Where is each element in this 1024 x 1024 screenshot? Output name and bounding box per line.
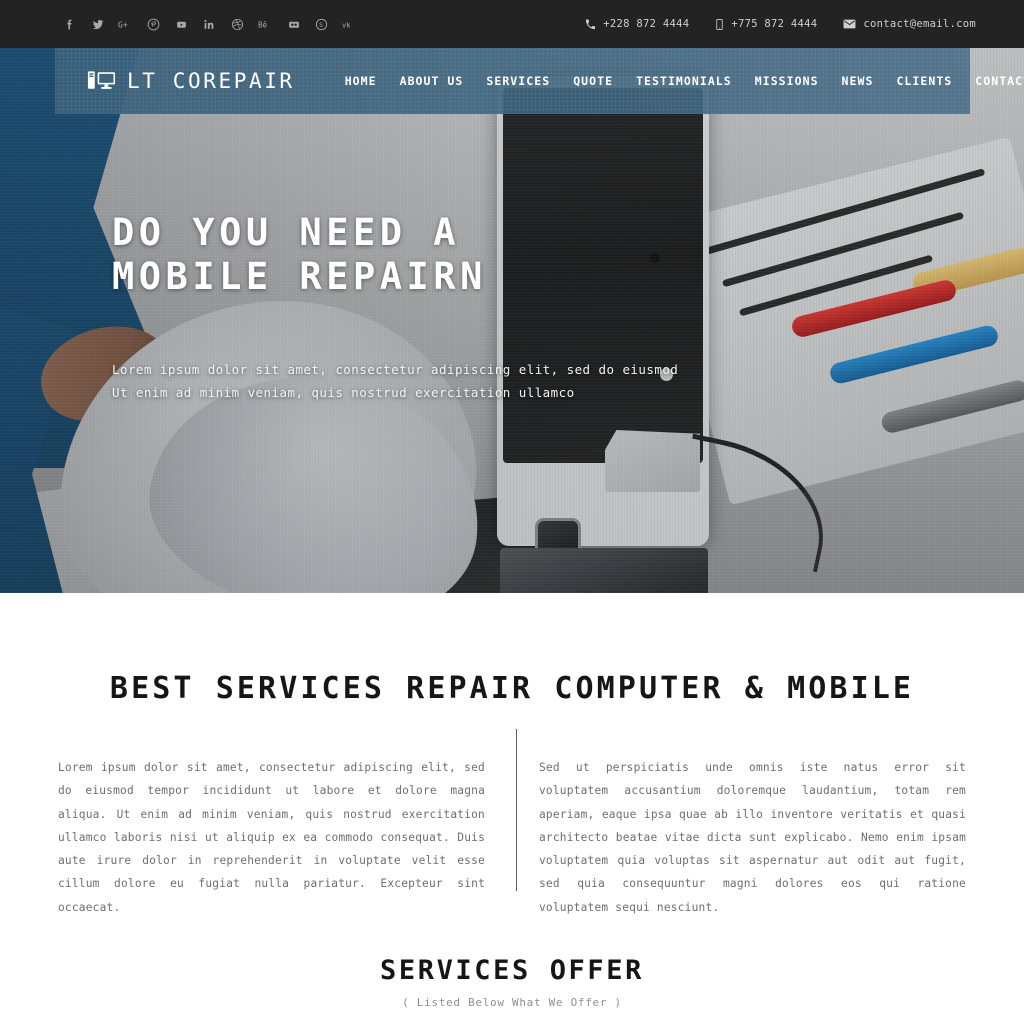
brand-name: LT COREPAIR [127,69,295,93]
services-offer-section: SERVICES OFFER ( Listed Below What We Of… [0,955,1024,1009]
nav-item-news[interactable]: NEWS [842,74,874,88]
email-address: contact@email.com [863,18,976,30]
nav-item-missions[interactable]: MISSIONS [755,74,819,88]
hero-subtitle-line2: Ut enim ad minim veniam, quis nostrud ex… [112,385,575,401]
hero-title-line1: DO YOU NEED A [112,211,461,254]
hero-copy: DO YOU NEED A MOBILE REPAIRN Lorem ipsum… [112,211,678,405]
email-contact[interactable]: contact@email.com [843,18,976,30]
pinterest-icon[interactable] [146,17,161,32]
hero-subtitle-line1: Lorem ipsum dolor sit amet, consectetur … [112,362,679,378]
social-links: G+ Bē S vk [62,17,357,32]
nav-item-home[interactable]: HOME [345,74,377,88]
nav-item-testimonials[interactable]: TESTIMONIALS [636,74,732,88]
svg-text:G+: G+ [118,20,128,29]
nav-item-about-us[interactable]: ABOUT US [400,74,464,88]
best-services-title: BEST SERVICES REPAIR COMPUTER & MOBILE [109,671,915,706]
desktop-computer-icon [87,71,116,89]
facebook-icon[interactable] [62,17,77,32]
best-services-columns: Lorem ipsum dolor sit amet, consectetur … [58,729,966,919]
behance-icon[interactable]: Bē [258,17,273,32]
phone-contact[interactable]: +228 872 4444 [585,18,689,30]
nav-item-quote[interactable]: QUOTE [573,74,613,88]
best-services-paragraph-left: Lorem ipsum dolor sit amet, consectetur … [58,761,485,914]
phone-number: +228 872 4444 [603,18,690,30]
hero-title-line2: MOBILE REPAIRN [112,254,487,298]
linkedin-icon[interactable] [202,17,217,32]
mobile-contact[interactable]: +775 872 4444 [715,18,817,30]
column-divider [516,729,517,891]
google-plus-icon[interactable]: G+ [118,17,133,32]
best-services-paragraph-right: Sed ut perspiciatis unde omnis iste natu… [539,761,966,914]
services-offer-subtitle: ( Listed Below What We Offer ) [402,996,622,1009]
twitter-icon[interactable] [90,17,105,32]
svg-text:S: S [319,21,323,29]
nav-item-clients[interactable]: CLIENTS [896,74,952,88]
best-services-section: BEST SERVICES REPAIR COMPUTER & MOBILE L… [0,593,1024,920]
dribbble-icon[interactable] [230,17,245,32]
nav-item-contact-us[interactable]: CONTACT US [975,74,1024,88]
services-offer-title: SERVICES OFFER [380,955,644,986]
main-navbar: LT COREPAIR HOME ABOUT US SERVICES QUOTE… [55,48,1024,114]
mobile-number: +775 872 4444 [731,18,818,30]
top-bar: G+ Bē S vk +228 872 4444 +775 872 4444 c… [0,0,1024,48]
envelope-icon [843,19,856,29]
vk-icon[interactable]: vk [342,17,357,32]
youtube-icon[interactable] [174,17,189,32]
skype-icon[interactable]: S [314,17,329,32]
mobile-icon [716,18,723,30]
hero-subtitle: Lorem ipsum dolor sit amet, consectetur … [112,358,678,404]
hero-title: DO YOU NEED A MOBILE REPAIRN [112,211,678,298]
contact-info: +228 872 4444 +775 872 4444 contact@emai… [585,18,976,30]
nav-item-services[interactable]: SERVICES [486,74,550,88]
svg-text:vk: vk [342,21,351,29]
svg-text:Bē: Bē [258,20,268,29]
brand-logo[interactable]: LT COREPAIR [87,69,295,93]
flickr-icon[interactable] [286,17,301,32]
hero-banner: DO YOU NEED A MOBILE REPAIRN Lorem ipsum… [0,48,1024,593]
nav-menu: HOME ABOUT US SERVICES QUOTE TESTIMONIAL… [345,74,1024,88]
phone-icon [586,18,596,29]
